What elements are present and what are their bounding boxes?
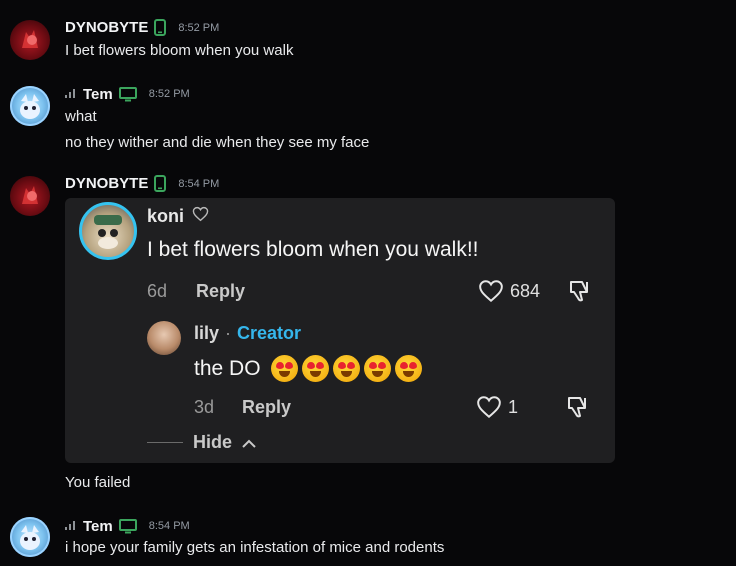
signal-bars-icon [65,517,77,535]
reply-button: Reply [196,281,246,301]
signal-bars-icon [65,85,77,103]
avatar[interactable] [10,176,50,216]
hide-replies-label: Hide [193,432,233,452]
message-text: no they wither and die when they see my … [65,134,370,151]
heart-outline-icon [192,206,209,227]
timestamp: 8:54 PM [178,177,220,190]
avatar[interactable] [10,86,50,126]
timestamp: 8:52 PM [178,21,220,34]
chevron-up-icon [242,432,256,453]
dislike-icon [565,394,591,420]
message-text: i hope your family gets an infestation o… [65,539,445,556]
comment-text: I bet flowers bloom when you walk!! [147,238,479,261]
comment-age: 6d [147,281,168,301]
message-text: I bet flowers bloom when you walk [65,42,294,59]
username[interactable]: Tem [83,86,113,103]
embedded-screenshot[interactable]: koni I bet flowers bloom when you walk!!… [65,198,615,463]
like-count: 684 [510,280,541,301]
reply-text: the DO [194,356,261,380]
commenter-avatar [79,202,137,260]
like-heart-icon [478,279,504,303]
heart-eyes-emoji [394,355,422,382]
heart-eyes-emoji [270,355,298,382]
username[interactable]: Tem [83,518,113,535]
avatar[interactable] [10,517,50,557]
heart-eyes-emoji [301,355,329,382]
reply-button: Reply [242,397,292,417]
separator: · [225,323,232,343]
divider [147,442,183,443]
desktop-icon [118,518,137,534]
chat-log: DYNOBYTE 8:52 PM I bet flowers bloom whe… [0,0,736,566]
reply-author: lily [194,323,220,343]
reply-author-avatar [147,321,181,355]
reply-age: 3d [194,397,215,417]
message-text: what [65,108,97,125]
username[interactable]: DYNOBYTE [65,175,148,192]
comment-author: koni [147,206,185,226]
timestamp: 8:52 PM [148,88,190,100]
creator-badge: Creator [237,323,302,343]
like-count: 1 [508,396,519,417]
heart-eyes-emoji [363,355,391,382]
desktop-icon [118,86,137,102]
message-text: You failed [65,474,131,491]
like-heart-icon [476,395,502,419]
username[interactable]: DYNOBYTE [65,19,148,36]
mobile-icon [154,19,167,36]
heart-eyes-emoji [332,355,360,382]
dislike-icon [567,278,593,304]
timestamp: 8:54 PM [148,520,190,532]
avatar[interactable] [10,20,50,60]
mobile-icon [154,175,167,192]
